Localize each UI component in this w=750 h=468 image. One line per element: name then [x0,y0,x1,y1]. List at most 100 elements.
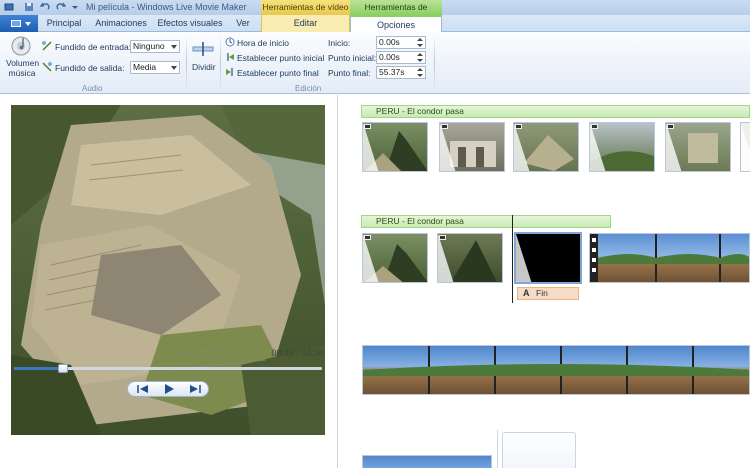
set-start-point-icon [225,52,235,62]
redo-icon[interactable] [56,2,66,12]
chevron-down-icon [25,22,31,26]
transition-marker [440,123,456,171]
video-clip[interactable] [740,122,750,172]
clip-icon [591,124,598,129]
tab-ver[interactable]: Ver [226,15,260,32]
storyboard[interactable]: PERU - El condor pasa PERU - El condor p… [339,95,750,468]
tab-opciones[interactable]: Opciones [350,15,442,33]
transition-marker [590,123,606,171]
clip-icon [667,124,674,129]
start-time-button[interactable]: Hora de inicio [237,38,289,48]
play-button[interactable] [155,382,182,396]
seek-progress [14,367,64,370]
seek-thumb[interactable] [58,364,69,373]
ribbon-separator [186,35,187,91]
end-point-spinner[interactable]: 55.37s [376,66,426,79]
transition-marker [363,123,379,171]
clip-icon [364,124,371,129]
quick-access-dropdown-icon[interactable] [70,2,80,12]
start-point-label: Punto inicial: [328,53,377,63]
video-clip[interactable] [362,455,492,468]
playhead[interactable] [512,215,513,303]
edicion-group-label: Edición [295,84,322,93]
music-volume-icon[interactable] [11,36,31,56]
start-point-value: 0.00s [379,52,400,62]
clock-icon [225,37,235,47]
video-clip[interactable] [665,122,731,172]
start-spinner[interactable]: 0.00s [376,36,426,49]
caption-item[interactable]: A Fin [517,287,579,300]
undo-icon[interactable] [40,2,50,12]
spin-down-icon[interactable] [417,74,423,77]
player-controls [127,381,209,397]
fade-in-dropdown[interactable]: Ninguno [130,40,180,53]
tab-editar[interactable]: Editar [261,15,350,32]
set-start-point-button[interactable]: Establecer punto inicial [237,53,324,63]
chevron-down-icon [171,66,177,70]
clip-icon [515,124,522,129]
title-clip-filmstrip[interactable] [362,345,750,395]
end-point-label: Punto final: [328,68,371,78]
save-icon[interactable] [24,2,34,12]
set-end-point-button[interactable]: Establecer punto final [237,68,319,78]
timecode: 00:43 / 04:30 [271,348,324,358]
video-clip[interactable] [362,122,428,172]
title-clip-filmstrip[interactable] [589,233,750,283]
caption-icon: A [523,288,530,298]
split-button[interactable]: Dividir [192,62,216,72]
divider [497,430,498,468]
set-end-point-icon [225,67,235,77]
transition-marker [514,123,530,171]
transition-marker [741,123,750,171]
next-frame-button[interactable] [181,382,208,396]
split-icon[interactable] [192,42,214,56]
fade-in-label: Fundido de entrada: [55,42,132,52]
app-menu-icon [11,20,21,27]
ribbon-separator [220,35,221,91]
spin-down-icon[interactable] [417,59,423,62]
play-icon [164,384,174,394]
spin-up-icon[interactable] [417,53,423,56]
start-label: Inicio: [328,38,351,48]
video-tools-header: Herramientas de vídeo [261,0,350,15]
ribbon-panel: Volumen música Fundido de entrada: Ningu… [0,32,750,94]
video-clip[interactable] [439,122,505,172]
music-track[interactable]: PERU - El condor pasa [361,105,750,118]
music-volume-button[interactable]: Volumen música [6,58,39,78]
tab-animaciones[interactable]: Animaciones [90,15,152,32]
clip-icon [439,235,446,240]
spin-up-icon[interactable] [417,68,423,71]
transition-marker [363,234,379,282]
preview-pane: 00:43 / 04:30 [0,95,338,468]
fade-in-icon [41,40,53,52]
clip-icon [364,235,371,240]
ribbon-separator [434,35,435,91]
next-frame-icon [189,385,201,393]
spin-up-icon[interactable] [417,38,423,41]
fade-out-dropdown[interactable]: Media [130,61,180,74]
music-track-title: PERU - El condor pasa [376,216,464,226]
title-bar: Mi película - Windows Live Movie Maker H… [0,0,750,27]
transition-marker [438,234,454,282]
video-clip[interactable] [437,233,503,283]
start-point-spinner[interactable]: 0.00s [376,51,426,64]
app-icon[interactable] [4,2,14,12]
tab-principal[interactable]: Principal [40,15,88,32]
video-clip[interactable] [513,122,579,172]
video-clip[interactable] [362,233,428,283]
tab-efectos-visuales[interactable]: Efectos visuales [154,15,226,32]
black-clip-selected[interactable] [514,232,582,284]
music-tools-header: Herramientas de música [350,0,442,27]
spin-down-icon[interactable] [417,44,423,47]
video-clip[interactable] [589,122,655,172]
app-menu-button[interactable] [0,15,38,32]
caption-text: Fin [536,288,548,298]
chevron-down-icon [171,45,177,49]
empty-drop-area[interactable] [502,432,576,468]
start-value: 0.00s [379,37,400,47]
seek-bar[interactable] [14,364,322,373]
music-track[interactable]: PERU - El condor pasa [361,215,611,228]
previous-frame-button[interactable] [129,382,156,396]
transition-marker [666,123,682,171]
clip-icon [441,124,448,129]
